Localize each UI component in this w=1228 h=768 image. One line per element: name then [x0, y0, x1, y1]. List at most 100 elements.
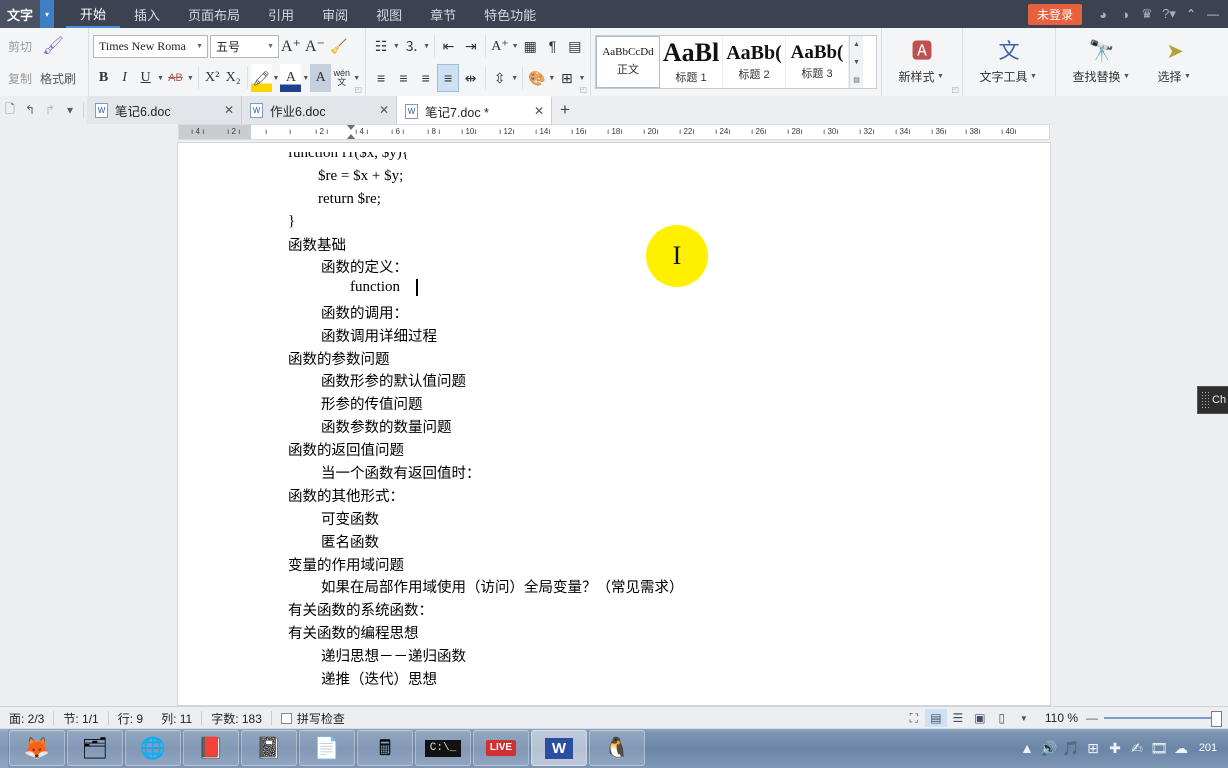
close-icon[interactable]: ✕	[376, 103, 392, 117]
drag-grip-icon[interactable]	[1201, 391, 1210, 409]
style-item-heading-2[interactable]: AaBb( 标题 2	[723, 36, 786, 88]
ribbon-tab-references[interactable]: 引用	[254, 0, 308, 28]
italic-icon[interactable]: I	[114, 64, 135, 92]
floating-chat-widget[interactable]: Ch	[1197, 386, 1228, 414]
expand-gallery-icon[interactable]: ▤	[850, 72, 863, 88]
undo-icon[interactable]: ↰	[20, 96, 40, 124]
asian-layout-icon[interactable]: A⁺	[489, 32, 511, 60]
copy-button[interactable]: 复制	[4, 62, 36, 94]
help-icon[interactable]: ?▾	[1158, 0, 1180, 28]
increase-indent-icon[interactable]: ⇥	[460, 32, 482, 60]
format-painter-icon[interactable]: 🖌	[36, 30, 70, 62]
underline-chevron-icon[interactable]: ▼	[156, 75, 165, 82]
gift-icon[interactable]: ♛	[1136, 0, 1158, 28]
close-icon[interactable]: ✕	[221, 103, 237, 117]
increase-font-size-icon[interactable]: A⁺	[279, 32, 303, 60]
format-painter-button[interactable]: 格式刷	[36, 62, 80, 94]
style-item-heading-1[interactable]: AaBl 标题 1	[660, 36, 723, 88]
new-document-tab-button[interactable]: +	[552, 96, 578, 124]
clear-formatting-icon[interactable]: 🧹	[327, 32, 351, 60]
web-view-icon[interactable]: ▣	[969, 709, 991, 727]
bullet-list-icon[interactable]: ☷	[370, 32, 392, 60]
status-word-count[interactable]: 字数: 183	[202, 707, 271, 729]
input-method-icon[interactable]: ✍	[1126, 728, 1148, 768]
ribbon-tab-insert[interactable]: 插入	[120, 0, 174, 28]
decrease-font-size-icon[interactable]: A⁻	[303, 32, 327, 60]
distribute-icon[interactable]: ⇹	[459, 64, 481, 92]
paragraph-shading-icon[interactable]: 🎨	[526, 64, 548, 92]
new-style-button[interactable]: 🅰 新样式 ▼	[891, 32, 953, 92]
font-size-combo[interactable]: 五号 ▼	[210, 34, 279, 58]
align-left-icon[interactable]: ≡	[370, 64, 392, 92]
character-shading-icon[interactable]: A	[310, 64, 332, 92]
full-screen-icon[interactable]: ⛶	[903, 709, 925, 727]
wps-menu-caret-icon[interactable]: ▾	[40, 0, 54, 28]
taskbar-clock[interactable]: 201	[1192, 742, 1224, 755]
style-gallery-scrollbar[interactable]: ▲ ▼ ▤	[849, 36, 863, 88]
taskbar-item-chrome[interactable]: 🌐	[125, 730, 181, 766]
collapse-ribbon-icon[interactable]: ⌃	[1180, 0, 1202, 28]
taskbar-item-firefox[interactable]: 🦊	[9, 730, 65, 766]
zoom-out-button[interactable]: —	[1086, 711, 1098, 725]
style-item-normal[interactable]: AaBbCcDd 正文	[596, 36, 660, 88]
volume-icon[interactable]: 🔊	[1038, 728, 1060, 768]
chevron-down-icon[interactable]: ▼	[1183, 73, 1193, 80]
ribbon-tab-section[interactable]: 章节	[416, 0, 470, 28]
chevron-down-icon[interactable]: ▼	[196, 42, 205, 50]
font-dialog-launcher-icon[interactable]: ◰	[354, 85, 362, 94]
taskbar-item-live-recorder[interactable]: LIVE	[473, 730, 529, 766]
taskbar-item-editor[interactable]: 📄	[299, 730, 355, 766]
status-row[interactable]: 行: 9	[109, 707, 152, 729]
status-page[interactable]: 面: 2/3	[0, 707, 53, 729]
zoom-slider[interactable]	[1104, 711, 1222, 727]
share-icon[interactable]: ◑	[1114, 0, 1136, 28]
paragraph-box-icon[interactable]: ▤	[564, 32, 586, 60]
chevron-down-icon[interactable]: ▼	[936, 73, 946, 80]
show-hidden-icons-icon[interactable]: ▲	[1016, 728, 1038, 768]
find-replace-button[interactable]: 🔭 查找替换 ▼	[1060, 32, 1144, 92]
reading-view-icon[interactable]: ▯	[991, 709, 1013, 727]
subscript-icon[interactable]: X₂	[223, 64, 244, 92]
numbering-chevron-icon[interactable]: ▼	[423, 43, 431, 50]
cloud-icon[interactable]: ☁	[1170, 728, 1192, 768]
borders-chevron-icon[interactable]: ▼	[578, 75, 586, 82]
bold-icon[interactable]: B	[93, 64, 114, 92]
taskbar-item-notepad-plus-plus[interactable]: 📓	[241, 730, 297, 766]
taskbar-item-file-explorer[interactable]: 🗂	[67, 730, 123, 766]
chevron-down-icon[interactable]: ▼	[1029, 73, 1039, 80]
styles-dialog-launcher-icon[interactable]: ◰	[951, 85, 959, 94]
horizontal-ruler[interactable]: ı 4 ı ı 2 ı ı ı ı 2 ı ı 4 ı ı 6 ı ı 8 ı …	[178, 124, 1050, 140]
highlight-chevron-icon[interactable]: ▼	[272, 75, 281, 82]
taskbar-item-command-prompt[interactable]: C:\_	[415, 730, 471, 766]
status-section[interactable]: 节: 1/1	[54, 707, 107, 729]
show-formatting-marks-icon[interactable]: ¶	[541, 32, 563, 60]
outline-view-icon[interactable]: ☰	[947, 709, 969, 727]
cloud-sync-icon[interactable]: ◕	[1092, 0, 1114, 28]
borders-icon[interactable]: ⊞	[556, 64, 578, 92]
font-color-icon[interactable]: A	[280, 64, 302, 92]
align-right-icon[interactable]: ≡	[415, 64, 437, 92]
status-spellcheck[interactable]: 拼写检查	[272, 707, 354, 729]
document-tab-homework6[interactable]: W 作业6.doc ✕	[242, 96, 397, 124]
scroll-down-icon[interactable]: ▼	[850, 54, 863, 70]
first-line-indent-marker[interactable]	[346, 125, 356, 130]
status-column[interactable]: 列: 11	[152, 707, 201, 729]
scroll-up-icon[interactable]: ▲	[850, 36, 863, 52]
text-tools-button[interactable]: 文 文字工具 ▼	[970, 32, 1048, 92]
line-spacing-icon[interactable]: ⇳	[489, 64, 511, 92]
paragraph-dialog-launcher-icon[interactable]: ◰	[579, 85, 587, 94]
line-spacing-chevron-icon[interactable]: ▼	[511, 75, 519, 82]
media-icon[interactable]: 🎵	[1060, 728, 1082, 768]
pinyin-guide-icon[interactable]: wén 文	[331, 64, 352, 92]
document-tab-note7[interactable]: W 笔记7.doc * ✕	[397, 96, 552, 124]
font-family-combo[interactable]: Times New Roma ▼	[93, 34, 208, 58]
zoom-slider-thumb[interactable]	[1211, 711, 1222, 727]
ribbon-tab-page-layout[interactable]: 页面布局	[174, 0, 254, 28]
minimize-icon[interactable]: —	[1202, 0, 1224, 28]
superscript-icon[interactable]: X²	[202, 64, 223, 92]
spellcheck-checkbox-icon[interactable]	[280, 712, 292, 724]
chevron-down-icon[interactable]: ▼	[267, 43, 276, 50]
page-layout-view-icon[interactable]: ▤	[924, 709, 947, 727]
strikethrough-chevron-icon[interactable]: ▼	[186, 75, 195, 82]
strikethrough-icon[interactable]: AB	[165, 64, 186, 92]
